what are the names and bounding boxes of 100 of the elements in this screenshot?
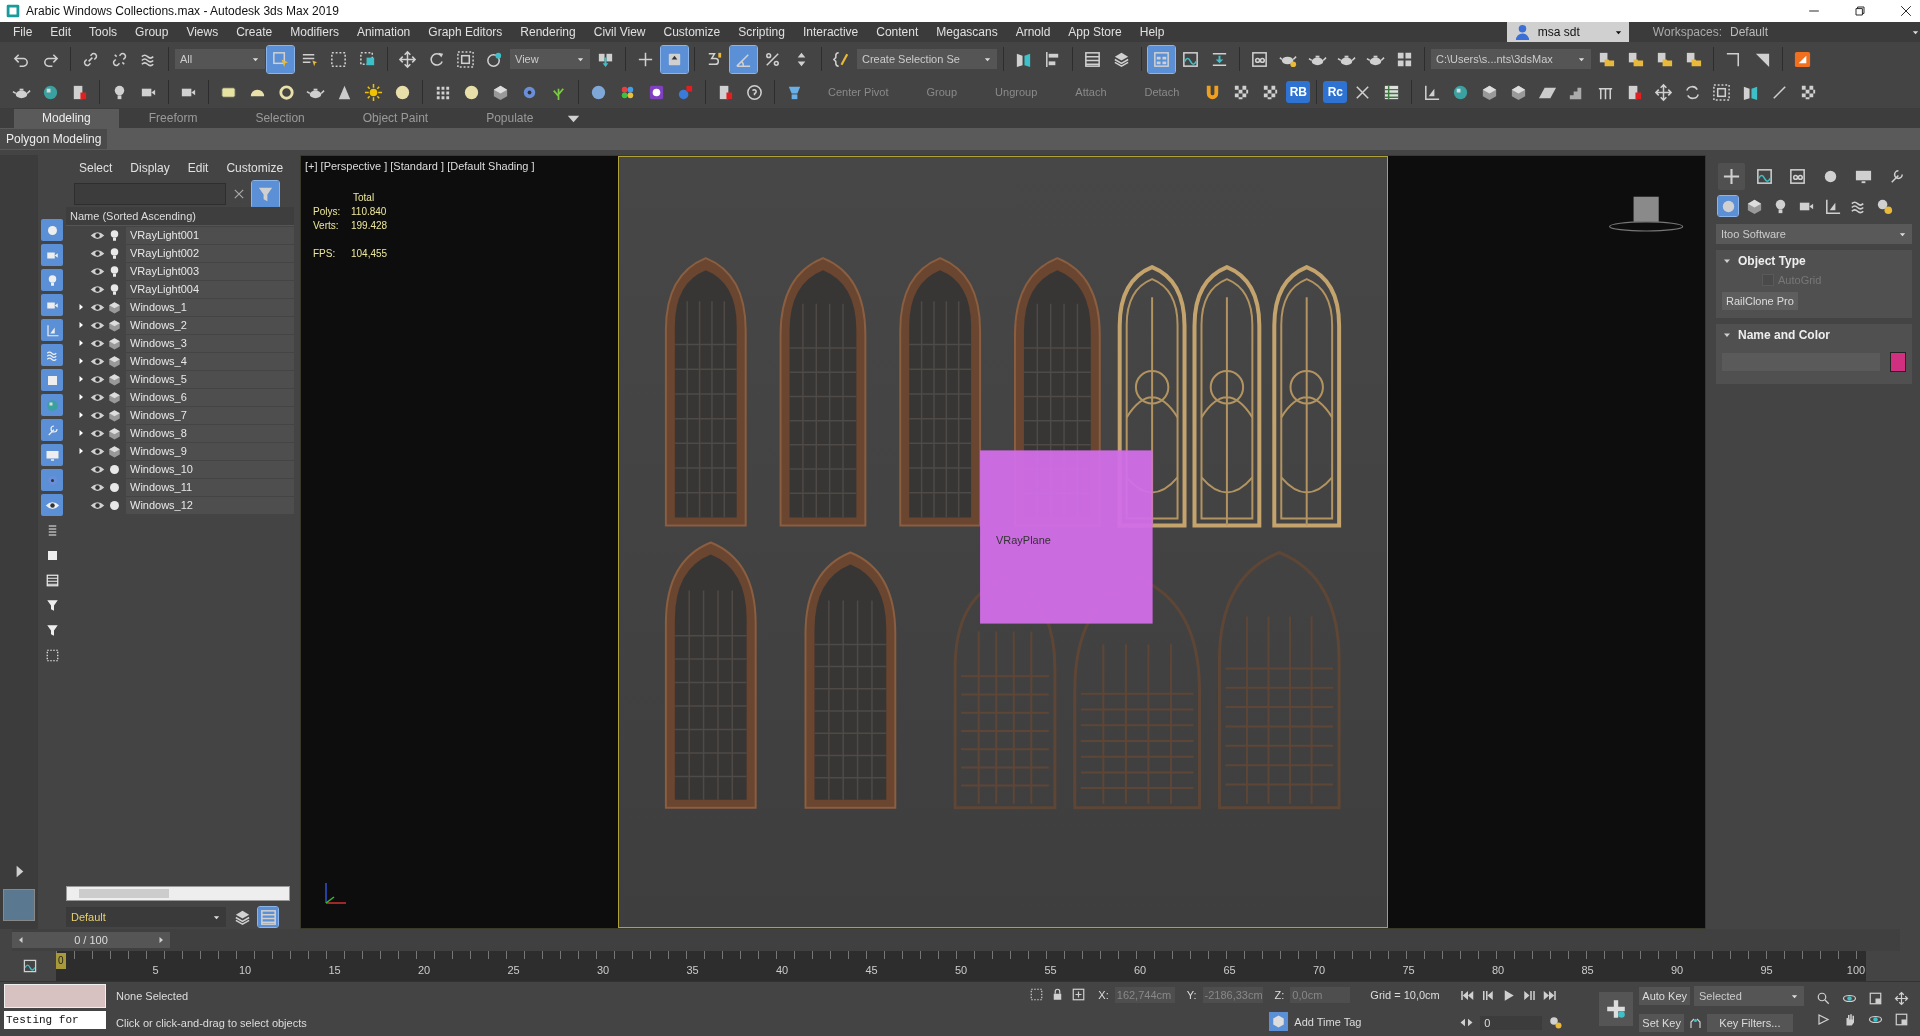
layer-dropdown[interactable]: Default xyxy=(66,907,226,927)
toolbar-dropdown[interactable]: Create Selection Se xyxy=(857,49,997,69)
ribbon-tab[interactable]: Modeling xyxy=(14,109,119,128)
scene-object-name[interactable]: VRayLight003 xyxy=(126,262,294,280)
menu-item[interactable]: Animation xyxy=(347,25,420,39)
menu-item[interactable]: Views xyxy=(177,25,228,39)
viewport[interactable]: [+] [Perspective ] [Standard ] [Default Shading ] Total Polys: 110.840 Verts: 199.428 FPS: 104,455 VRayPlane xyxy=(300,155,1706,929)
frame-number: 10 xyxy=(238,964,252,976)
menu-item[interactable]: Megascans xyxy=(927,25,1007,39)
frame-number: 60 xyxy=(1133,964,1147,976)
plugin-button[interactable]: RB xyxy=(1286,81,1311,103)
coordinate-label: Z: xyxy=(1274,988,1285,1001)
menu-item[interactable]: Content xyxy=(867,25,928,39)
explorer-menu-item[interactable]: Select xyxy=(70,161,122,175)
ribbon-tab[interactable]: Populate xyxy=(458,109,562,128)
time-slider-thumb[interactable]: 0 / 100 xyxy=(12,932,170,948)
timeline-track[interactable]: 0 5 10 15 20 25 30 35 40 45 50 55 60 65 70 75 80 85 90 95 100 xyxy=(56,951,1866,981)
menu-item[interactable]: Tools xyxy=(80,25,127,39)
frame-number: 35 xyxy=(686,964,699,976)
selection-status: None Selected xyxy=(116,989,190,1002)
frame-number: 20 xyxy=(417,964,431,976)
menu-item[interactable]: Graph Editors xyxy=(419,25,512,39)
scene-object-name[interactable]: Windows_8 xyxy=(126,424,294,442)
frame-number: 90 xyxy=(1670,964,1684,976)
frame-number: 80 xyxy=(1491,964,1505,976)
frame-number: 70 xyxy=(1312,964,1326,976)
scene-object-name[interactable]: Windows_2 xyxy=(126,316,294,334)
column-header[interactable]: Name (Sorted Ascending) xyxy=(66,207,294,226)
viewport-label[interactable]: [+] [Perspective ] [Standard ] [Default Shading ] xyxy=(305,160,535,172)
key-filters-button[interactable]: Key Filters... xyxy=(1706,1014,1793,1032)
explorer-menu-item[interactable]: Edit xyxy=(178,161,218,175)
ribbon-tab[interactable]: Object Paint xyxy=(334,109,457,128)
time-thumb[interactable]: 0 xyxy=(56,953,66,969)
key-mode-dropdown[interactable]: Selected xyxy=(1694,986,1804,1006)
frame-number: 5 xyxy=(152,964,159,976)
frame-number: 95 xyxy=(1760,964,1773,976)
grid-size: Grid = 10,0cm xyxy=(1370,988,1440,1001)
menu-item[interactable]: Create xyxy=(227,25,282,39)
menu-item[interactable]: Interactive xyxy=(793,25,868,39)
auto-key-button[interactable]: Auto Key xyxy=(1639,987,1690,1005)
fps-value: 104,455 xyxy=(351,248,388,259)
toolbar-dropdown[interactable]: View xyxy=(510,49,590,69)
time-slider-track[interactable]: 0 / 100 xyxy=(12,929,1900,951)
menu-item[interactable]: App Store xyxy=(1059,25,1131,39)
menu-item[interactable]: Scripting xyxy=(729,25,794,39)
scene-object-name[interactable]: VRayLight002 xyxy=(126,244,294,262)
menu-item[interactable]: Arnold xyxy=(1006,25,1060,39)
time-slider-value[interactable]: 0 / 100 xyxy=(74,934,108,946)
object-type-button[interactable]: RailClone Pro xyxy=(1722,292,1798,310)
frame-number: 15 xyxy=(328,964,341,976)
menu-item[interactable]: Group xyxy=(126,25,178,39)
set-key-button[interactable]: Set Key xyxy=(1639,1014,1684,1032)
rollout-title[interactable]: Object Type xyxy=(1738,254,1806,268)
toolbar-dropdown[interactable]: C:\Users\s...nts\3dsMax xyxy=(1431,49,1591,69)
menu-item[interactable]: File xyxy=(4,25,42,39)
menu-item[interactable]: Modifiers xyxy=(281,25,348,39)
frame-number: 45 xyxy=(865,964,878,976)
scene-object-name[interactable]: VRayLight004 xyxy=(126,280,294,298)
current-frame-field[interactable]: 0 xyxy=(1480,1015,1543,1030)
workspace-value: Default xyxy=(1730,25,1769,39)
explorer-menu-item[interactable]: Customize xyxy=(217,161,293,175)
menu-item[interactable]: Edit xyxy=(41,25,81,39)
dropdown-value: View xyxy=(515,53,539,65)
frame-number: 85 xyxy=(1581,964,1594,976)
account-dropdown[interactable]: msa sdt xyxy=(1506,22,1629,42)
frame-number: 30 xyxy=(596,964,610,976)
scene-object-name[interactable]: Windows_7 xyxy=(126,406,294,424)
time-tag-label[interactable]: Add Time Tag xyxy=(1294,1015,1362,1028)
layer-value: Default xyxy=(71,911,106,923)
listener-input[interactable]: Testing for xyxy=(4,1011,106,1029)
frame-number: 55 xyxy=(1044,964,1057,976)
category-dropdown[interactable]: Itoo Software xyxy=(1716,224,1912,244)
ribbon-tab[interactable]: Freeform xyxy=(120,109,226,128)
scene-object-name[interactable]: VRayLight001 xyxy=(126,226,294,244)
scene-object-name[interactable]: Windows_5 xyxy=(126,370,294,388)
frame-number: 100 xyxy=(1846,964,1866,976)
rollout-title[interactable]: Name and Color xyxy=(1738,328,1830,342)
explorer-menu-item[interactable]: Display xyxy=(121,161,179,175)
scene-object-name[interactable]: Windows_3 xyxy=(126,334,294,352)
menu-item[interactable]: Help xyxy=(1130,25,1174,39)
scene-object-name[interactable]: Windows_11 xyxy=(126,478,294,496)
ribbon-panel-label: Polygon Modeling xyxy=(0,129,108,149)
plugin-button[interactable]: Rc xyxy=(1323,81,1348,103)
toolbar-dropdown[interactable]: All xyxy=(175,49,265,69)
stats-value: 110.840 xyxy=(351,206,387,217)
coordinate-label: X: xyxy=(1098,988,1109,1001)
object-label: VRayPlane xyxy=(996,534,1051,547)
menu-item[interactable]: Customize xyxy=(654,25,730,39)
scene-object-name[interactable]: Windows_10 xyxy=(126,460,294,478)
workspaces-label: Workspaces: xyxy=(1652,25,1722,39)
scene-object-name[interactable]: Windows_4 xyxy=(126,352,294,370)
scene-object-name[interactable]: Windows_6 xyxy=(126,388,294,406)
menu-item[interactable]: Rendering xyxy=(511,25,585,39)
fps-label: FPS: xyxy=(313,248,337,259)
menu-item[interactable]: Civil View xyxy=(584,25,655,39)
scene-object-name[interactable]: Windows_9 xyxy=(126,442,294,460)
scene-object-name[interactable]: Windows_1 xyxy=(126,298,294,316)
frame-number: 65 xyxy=(1223,964,1236,976)
scene-object-name[interactable]: Windows_12 xyxy=(126,496,294,514)
ribbon-tab[interactable]: Selection xyxy=(227,109,333,128)
